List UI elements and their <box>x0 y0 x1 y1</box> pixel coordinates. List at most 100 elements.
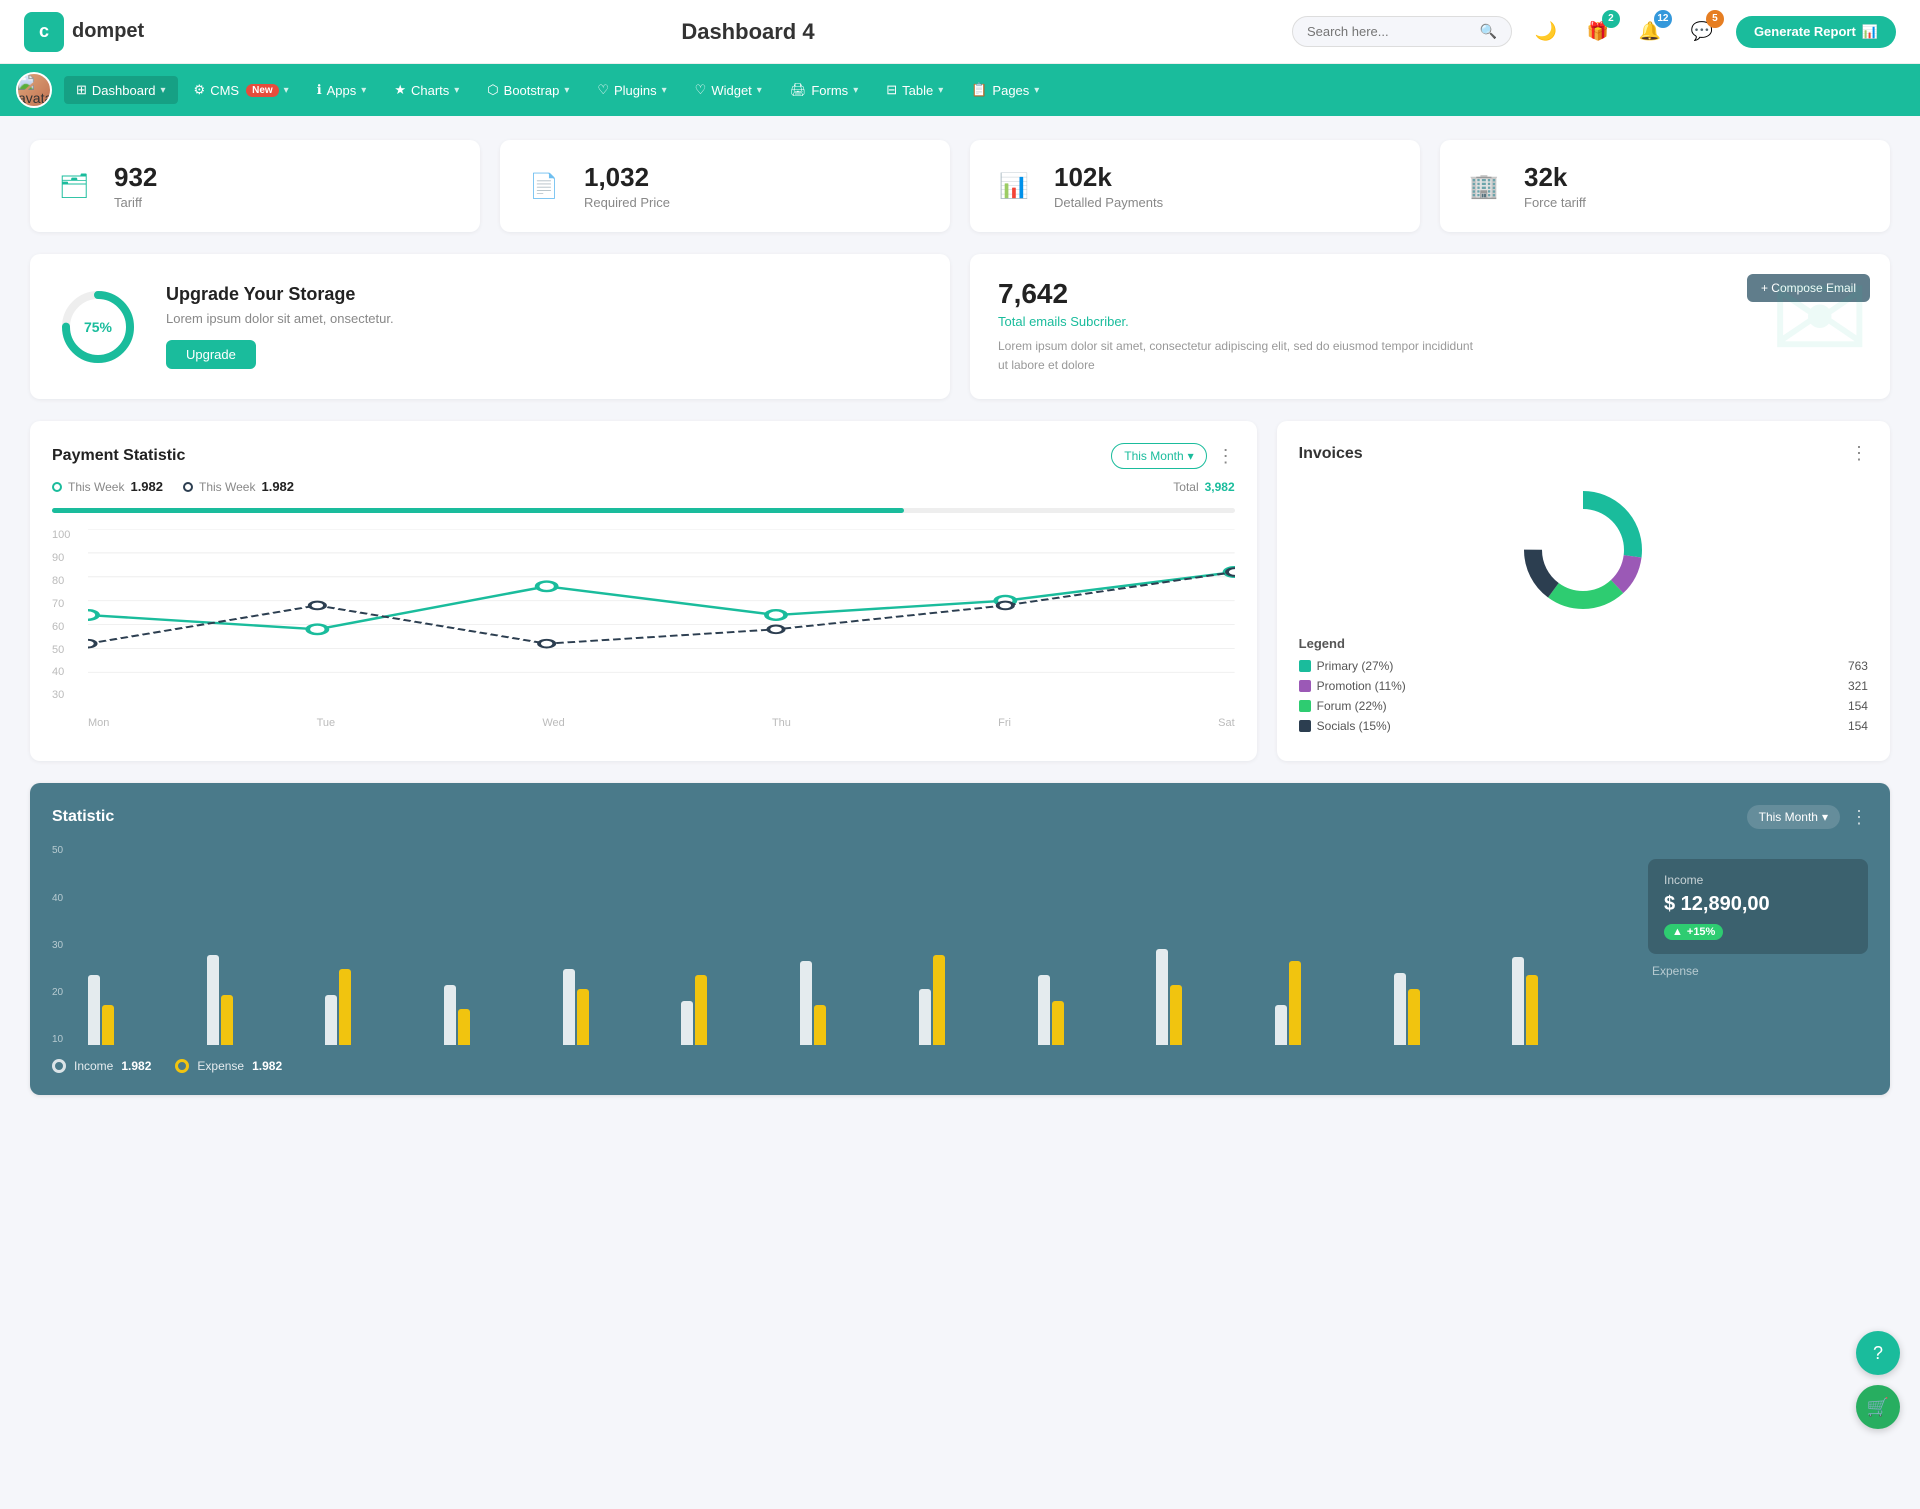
nav-item-table[interactable]: ⊟ Table ▾ <box>874 76 955 104</box>
promotion-color <box>1299 680 1311 692</box>
email-card: + Compose Email 7,642 Total emails Subcr… <box>970 254 1890 399</box>
legend-primary: Primary (27%) 763 <box>1299 659 1868 673</box>
support-button[interactable]: ? <box>1856 1331 1900 1375</box>
generate-report-button[interactable]: Generate Report 📊 <box>1736 16 1896 48</box>
dropdown-arrow-icon: ▾ <box>1188 449 1194 463</box>
forum-label: Forum (22%) <box>1317 699 1387 713</box>
payment-title: Payment Statistic <box>52 447 185 465</box>
nav-item-forms[interactable]: 🖨 Forms ▾ <box>778 76 870 104</box>
bar-group-12 <box>1512 957 1628 1045</box>
invoices-menu-button[interactable]: ⋮ <box>1850 443 1868 464</box>
nav-item-widget[interactable]: ♡ Widget ▾ <box>683 76 774 104</box>
plugins-icon: ♡ <box>597 82 609 98</box>
expense-legend-label: Expense <box>197 1059 244 1073</box>
bar-chart-area: 50 40 30 20 10 <box>52 845 1628 1073</box>
chat-icon[interactable]: 💬 5 <box>1684 14 1720 50</box>
nav-item-cms[interactable]: ⚙ CMS New ▾ <box>182 76 301 104</box>
payment-menu-button[interactable]: ⋮ <box>1217 446 1235 467</box>
nav-item-bootstrap[interactable]: ⬡ Bootstrap ▾ <box>475 76 581 104</box>
apps-arrow: ▾ <box>361 85 366 96</box>
force-label: Force tariff <box>1524 195 1586 210</box>
price-label: Required Price <box>584 195 670 210</box>
bell-badge: 12 <box>1654 10 1672 28</box>
email-desc: Lorem ipsum dolor sit amet, consectetur … <box>998 337 1478 375</box>
email-bg-icon: ✉ <box>1769 254 1870 389</box>
logo: c dompet <box>24 12 204 52</box>
stat-legend-row: Income 1.982 Expense 1.982 <box>52 1059 1628 1073</box>
force-icon: 🏢 <box>1460 162 1508 210</box>
price-icon: 📄 <box>520 162 568 210</box>
tariff-label: Tariff <box>114 195 157 210</box>
income-box: Income $ 12,890,00 ▲ +15% <box>1648 859 1868 954</box>
payments-info: 102k Detalled Payments <box>1054 162 1163 210</box>
price-info: 1,032 Required Price <box>584 162 670 210</box>
cart-button[interactable]: 🛒 <box>1856 1385 1900 1429</box>
socials-value: 154 <box>1848 719 1868 733</box>
bootstrap-icon: ⬡ <box>487 82 498 98</box>
force-info: 32k Force tariff <box>1524 162 1586 210</box>
statistic-month-dropdown[interactable]: This Month ▾ <box>1747 805 1840 829</box>
logo-icon: c <box>24 12 64 52</box>
bar-group-10 <box>1275 961 1391 1045</box>
search-box[interactable]: 🔍 <box>1292 16 1512 47</box>
cms-new-badge: New <box>246 84 279 97</box>
legend-val-0: 1.982 <box>130 479 163 494</box>
gift-badge: 2 <box>1602 10 1620 28</box>
line-chart: 100 90 80 70 60 50 40 30 <box>52 529 1235 729</box>
chart-y-labels: 100 90 80 70 60 50 40 30 <box>52 529 82 701</box>
nav-item-apps[interactable]: ℹ Apps ▾ <box>305 76 379 104</box>
statistic-body: 50 40 30 20 10 <box>52 845 1868 1073</box>
nav-item-charts[interactable]: ★ Charts ▾ <box>382 76 471 104</box>
storage-card: 75% Upgrade Your Storage Lorem ipsum dol… <box>30 254 950 399</box>
upgrade-button[interactable]: Upgrade <box>166 340 256 369</box>
nav-label-apps: Apps <box>327 83 357 98</box>
payment-header: Payment Statistic This Month ▾ ⋮ <box>52 443 1235 469</box>
legend-promotion: Promotion (11%) 321 <box>1299 679 1868 693</box>
cms-icon: ⚙ <box>194 82 206 98</box>
donut-chart <box>1299 480 1868 620</box>
charts-arrow: ▾ <box>454 85 459 96</box>
total-legend: Total 3,982 <box>1173 479 1234 494</box>
moon-icon[interactable]: 🌙 <box>1528 14 1564 50</box>
income-badge: ▲ +15% <box>1664 924 1723 940</box>
generate-report-label: Generate Report <box>1754 24 1856 39</box>
statistic-month-label: This Month <box>1759 810 1818 824</box>
main-content: 🗂 932 Tariff 📄 1,032 Required Price 📊 10… <box>0 116 1920 1119</box>
user-avatar[interactable] <box>16 72 52 108</box>
statistic-controls: This Month ▾ ⋮ <box>1747 805 1868 829</box>
socials-color <box>1299 720 1311 732</box>
nav-item-pages[interactable]: 📋 Pages ▾ <box>959 76 1051 104</box>
legend-forum: Forum (22%) 154 <box>1299 699 1868 713</box>
expense-legend: Expense 1.982 <box>175 1059 282 1073</box>
payment-card: Payment Statistic This Month ▾ ⋮ This We… <box>30 421 1257 761</box>
header-right: 🔍 🌙 🎁 2 🔔 12 💬 5 Generate Report 📊 <box>1292 14 1896 50</box>
invoices-header: Invoices ⋮ <box>1299 443 1868 464</box>
widget-arrow: ▾ <box>757 85 762 96</box>
bar-group-1 <box>207 955 323 1045</box>
bell-icon[interactable]: 🔔 12 <box>1632 14 1668 50</box>
stat-dropdown-arrow: ▾ <box>1822 810 1828 824</box>
primary-label: Primary (27%) <box>1317 659 1394 673</box>
email-count: 7,642 <box>998 278 1862 310</box>
statistic-menu-button[interactable]: ⋮ <box>1850 807 1868 828</box>
middle-row: 75% Upgrade Your Storage Lorem ipsum dol… <box>30 254 1890 399</box>
bar-group-11 <box>1394 973 1510 1045</box>
income-badge-text: +15% <box>1687 926 1715 938</box>
bar-group-6 <box>800 961 916 1045</box>
payments-icon: 📊 <box>990 162 1038 210</box>
logo-text: dompet <box>72 20 144 43</box>
statistic-header: Statistic This Month ▾ ⋮ <box>52 805 1868 829</box>
search-input[interactable] <box>1307 24 1472 39</box>
gift-icon[interactable]: 🎁 2 <box>1580 14 1616 50</box>
payment-month-dropdown[interactable]: This Month ▾ <box>1111 443 1206 469</box>
bar-group-8 <box>1038 975 1154 1045</box>
nav-item-dashboard[interactable]: ⊞ Dashboard ▾ <box>64 76 178 104</box>
bar-group-9 <box>1156 949 1272 1045</box>
payments-value: 102k <box>1054 162 1163 193</box>
bar-chart-y-labels: 50 40 30 20 10 <box>52 845 84 1045</box>
nav-item-plugins[interactable]: ♡ Plugins ▾ <box>585 76 678 104</box>
expense-dot <box>175 1059 189 1073</box>
bar-group-3 <box>444 985 560 1045</box>
table-arrow: ▾ <box>938 85 943 96</box>
nav-label-table: Table <box>902 83 933 98</box>
